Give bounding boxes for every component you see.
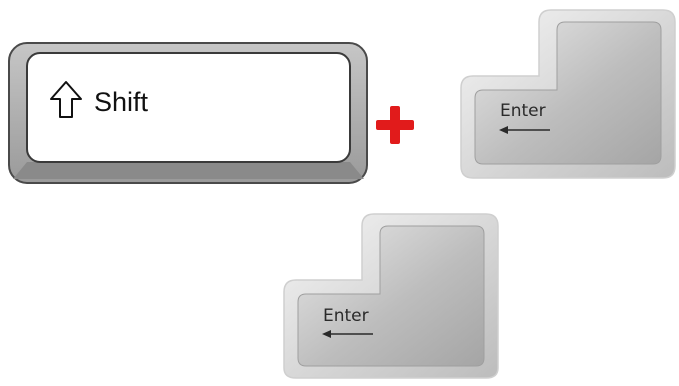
shift-key-label: Shift [94, 87, 149, 117]
enter-key-bottom [283, 213, 499, 379]
enter-key-bottom-label: Enter [323, 306, 369, 326]
enter-key-top-label: Enter [500, 101, 546, 121]
plus-sign-icon [376, 106, 414, 144]
enter-key-top [460, 9, 676, 179]
